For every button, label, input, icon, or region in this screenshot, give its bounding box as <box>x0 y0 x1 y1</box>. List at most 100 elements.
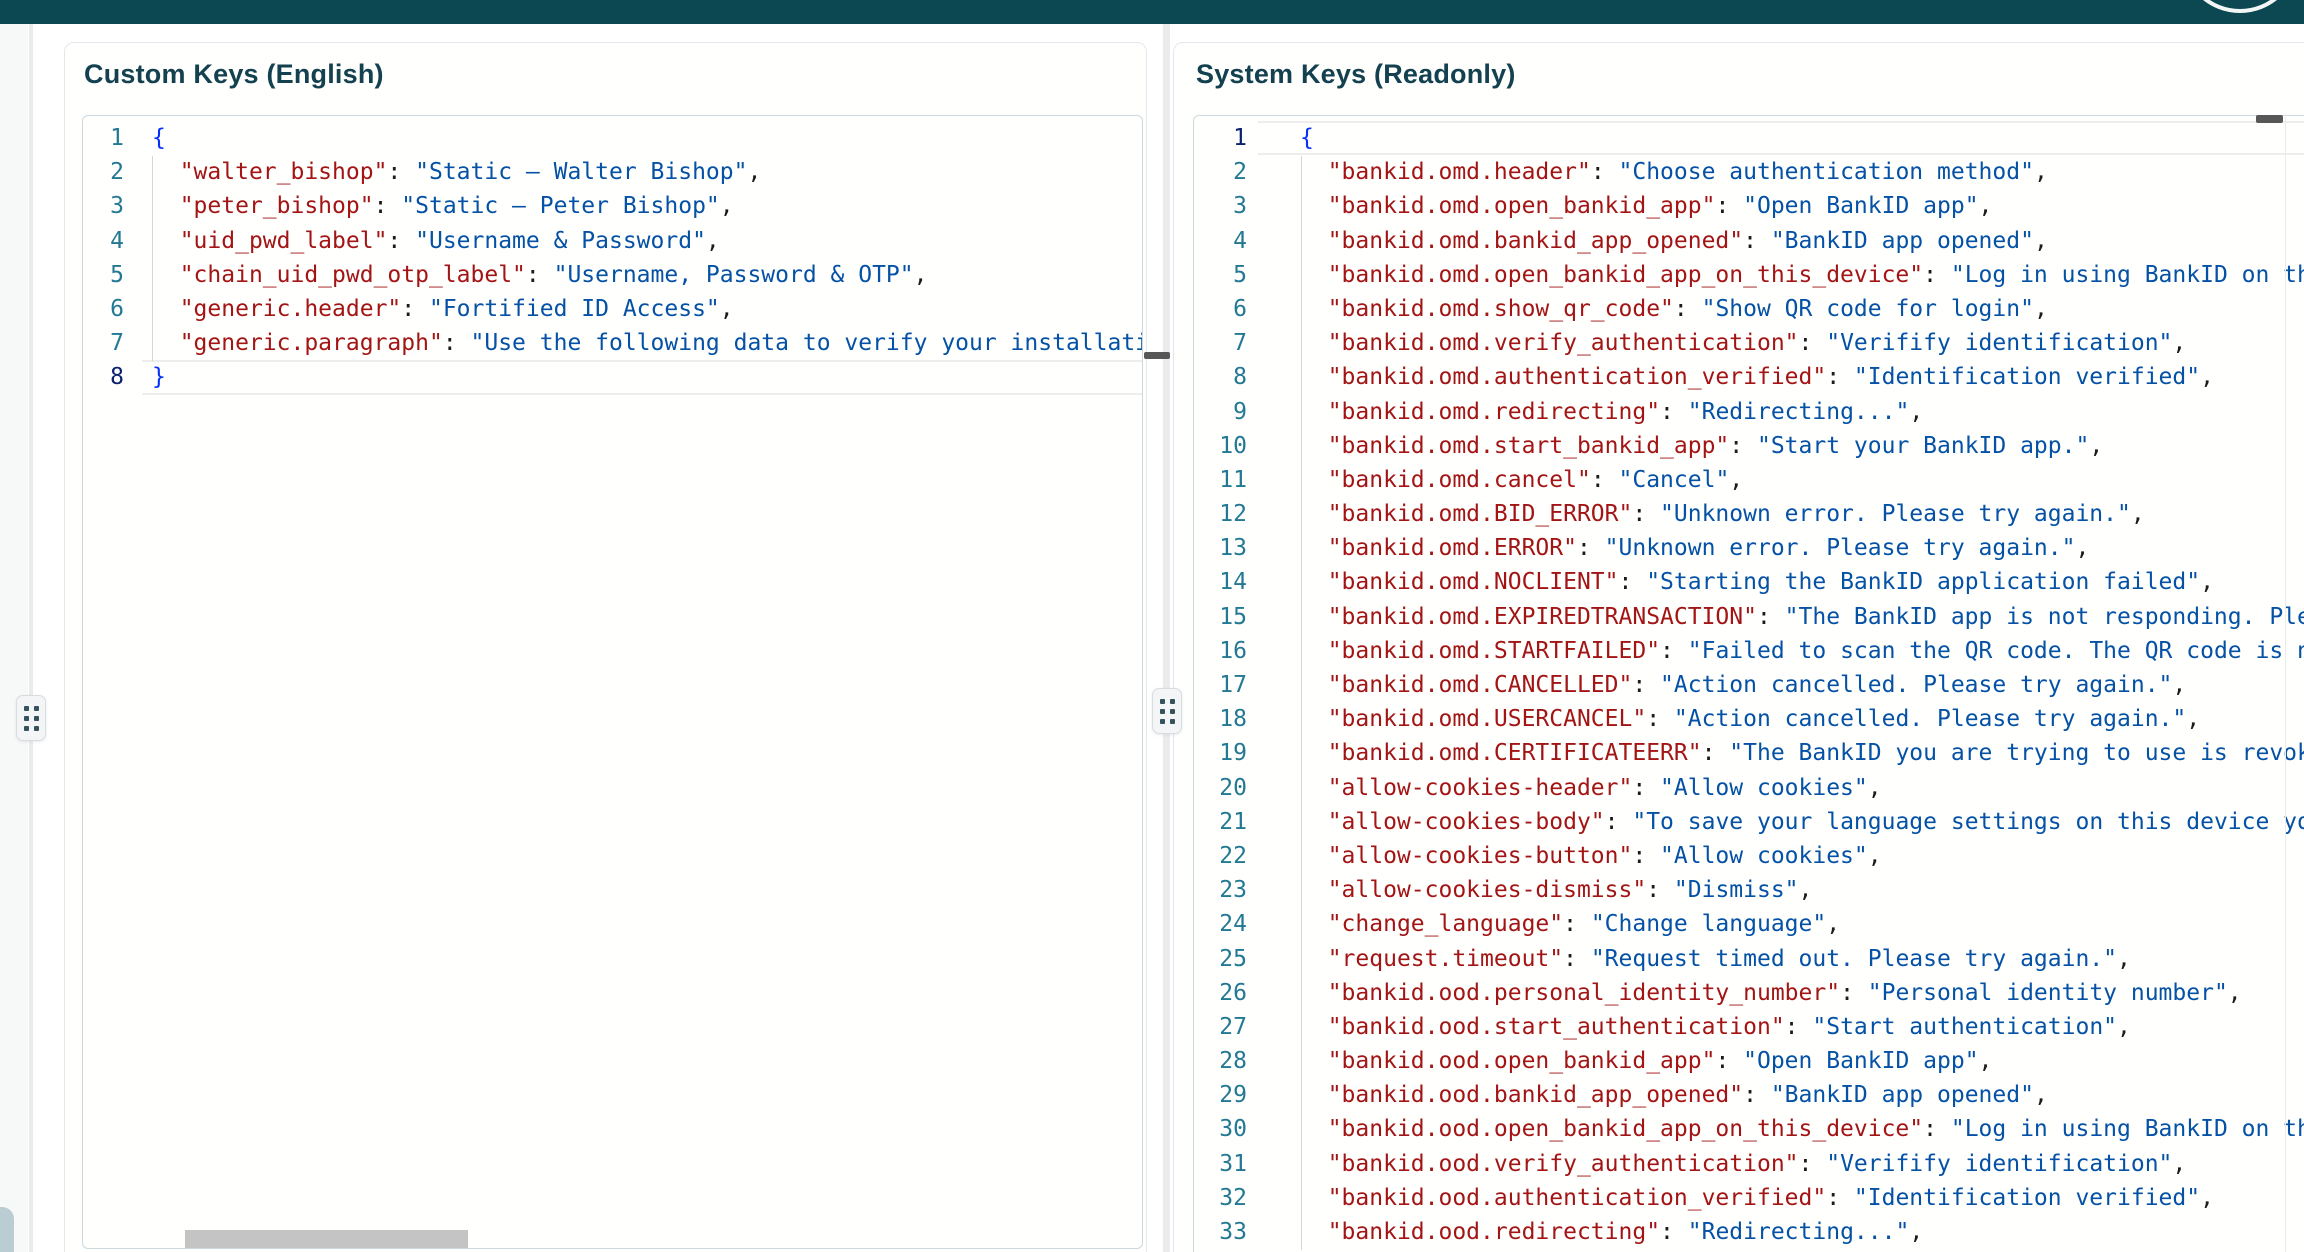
system-keys-editor[interactable]: 1{2 "bankid.omd.header": "Choose authent… <box>1193 115 2304 1252</box>
code-line[interactable]: 24 "change_language": "Change language", <box>1194 907 2304 941</box>
left-splitter-bar[interactable] <box>29 24 33 1252</box>
code-line[interactable]: 13 "bankid.omd.ERROR": "Unknown error. P… <box>1194 531 2304 565</box>
json-value: "Unknown error. Please try again." <box>1660 501 2131 527</box>
code-token: : <box>1632 843 1660 869</box>
code-token: : <box>1619 569 1647 595</box>
panel-splitter-drag-handle[interactable] <box>1152 688 1182 734</box>
line-number: 8 <box>1194 360 1247 394</box>
json-key: "chain_uid_pwd_otp_label" <box>180 262 526 288</box>
code-line[interactable]: 22 "allow-cookies-button": "Allow cookie… <box>1194 839 2304 873</box>
code-token: , <box>2089 433 2103 459</box>
code-line[interactable]: 2 "walter_bishop": "Static – Walter Bish… <box>83 155 1142 189</box>
code-line[interactable]: 2 "bankid.omd.header": "Choose authentic… <box>1194 155 2304 189</box>
code-line[interactable]: 23 "allow-cookies-dismiss": "Dismiss", <box>1194 873 2304 907</box>
line-number: 9 <box>1194 395 1247 429</box>
json-value: "Redirecting..." <box>1688 399 1910 425</box>
json-key: "bankid.ood.bankid_app_opened" <box>1328 1082 1743 1108</box>
code-token <box>1300 604 1328 630</box>
avatar-circle[interactable] <box>2181 0 2299 13</box>
code-line[interactable]: 3 "bankid.omd.open_bankid_app": "Open Ba… <box>1194 189 2304 223</box>
code-line[interactable]: 21 "allow-cookies-body": "To save your l… <box>1194 805 2304 839</box>
code-token <box>1300 877 1328 903</box>
code-line[interactable]: 30 "bankid.ood.open_bankid_app_on_this_d… <box>1194 1112 2304 1146</box>
code-line[interactable]: 31 "bankid.ood.verify_authentication": "… <box>1194 1147 2304 1181</box>
code-text: "bankid.omd.open_bankid_app_on_this_devi… <box>1247 258 2304 292</box>
json-value: "Choose authentication method" <box>1619 159 2034 185</box>
code-line[interactable]: 6 "generic.header": "Fortified ID Access… <box>83 292 1142 326</box>
code-line[interactable]: 20 "allow-cookies-header": "Allow cookie… <box>1194 771 2304 805</box>
json-key: "bankid.omd.header" <box>1328 159 1591 185</box>
code-token: : <box>1646 877 1674 903</box>
code-text: { <box>124 121 166 155</box>
code-token <box>152 330 180 356</box>
code-token <box>1300 159 1328 185</box>
code-line[interactable]: 32 "bankid.ood.authentication_verified":… <box>1194 1181 2304 1215</box>
code-line[interactable]: 3 "peter_bishop": "Static – Peter Bishop… <box>83 189 1142 223</box>
code-line[interactable]: 7 "bankid.omd.verify_authentication": "V… <box>1194 326 2304 360</box>
line-number: 3 <box>1194 189 1247 223</box>
code-token <box>1300 364 1328 390</box>
code-text: "bankid.omd.EXPIREDTRANSACTION": "The Ba… <box>1247 600 2304 634</box>
line-number: 4 <box>83 224 124 258</box>
code-line[interactable]: 14 "bankid.omd.NOCLIENT": "Starting the … <box>1194 565 2304 599</box>
code-token: , <box>2131 501 2145 527</box>
code-line[interactable]: 9 "bankid.omd.redirecting": "Redirecting… <box>1194 395 2304 429</box>
code-token <box>1300 980 1328 1006</box>
code-line[interactable]: 4 "bankid.omd.bankid_app_opened": "BankI… <box>1194 224 2304 258</box>
code-token: , <box>1979 1048 1993 1074</box>
code-line[interactable]: 25 "request.timeout": "Request timed out… <box>1194 942 2304 976</box>
left-splitter-drag-handle[interactable] <box>16 695 46 741</box>
code-line[interactable]: 8 "bankid.omd.authentication_verified": … <box>1194 360 2304 394</box>
code-token <box>1300 501 1328 527</box>
code-token: , <box>2200 569 2214 595</box>
code-token: , <box>2186 706 2200 732</box>
code-token <box>1300 1219 1328 1245</box>
code-line[interactable]: 6 "bankid.omd.show_qr_code": "Show QR co… <box>1194 292 2304 326</box>
json-value: "Unknown error. Please try again." <box>1605 535 2076 561</box>
code-text: "bankid.omd.verify_authentication": "Ver… <box>1247 326 2186 360</box>
code-line[interactable]: 11 "bankid.omd.cancel": "Cancel", <box>1194 463 2304 497</box>
line-number: 30 <box>1194 1112 1247 1146</box>
horizontal-scrollbar-slider[interactable] <box>185 1230 468 1249</box>
code-line[interactable]: 10 "bankid.omd.start_bankid_app": "Start… <box>1194 429 2304 463</box>
json-key: "bankid.omd.STARTFAILED" <box>1328 638 1660 664</box>
code-line[interactable]: 4 "uid_pwd_label": "Username & Password"… <box>83 224 1142 258</box>
code-token <box>1300 569 1328 595</box>
panel-splitter-bar[interactable] <box>1163 24 1170 1252</box>
code-line[interactable]: 12 "bankid.omd.BID_ERROR": "Unknown erro… <box>1194 497 2304 531</box>
code-text: "bankid.omd.cancel": "Cancel", <box>1247 463 1743 497</box>
code-line[interactable]: 16 "bankid.omd.STARTFAILED": "Failed to … <box>1194 634 2304 668</box>
code-line[interactable]: 17 "bankid.omd.CANCELLED": "Action cance… <box>1194 668 2304 702</box>
corner-widget-button[interactable] <box>0 1207 14 1252</box>
json-key: "bankid.omd.show_qr_code" <box>1328 296 1674 322</box>
code-line[interactable]: 15 "bankid.omd.EXPIREDTRANSACTION": "The… <box>1194 600 2304 634</box>
indent-guide <box>152 156 153 361</box>
scrollbar-slider[interactable] <box>2256 115 2283 123</box>
code-text: "request.timeout": "Request timed out. P… <box>1247 942 2131 976</box>
code-line[interactable]: 8} <box>83 360 1142 394</box>
json-key: "bankid.ood.open_bankid_app" <box>1328 1048 1716 1074</box>
code-line[interactable]: 29 "bankid.ood.bankid_app_opened": "Bank… <box>1194 1078 2304 1112</box>
line-number: 1 <box>1194 121 1247 155</box>
json-value: "Redirecting..." <box>1688 1219 1910 1245</box>
code-line[interactable]: 5 "chain_uid_pwd_otp_label": "Username, … <box>83 258 1142 292</box>
custom-keys-editor[interactable]: 1{2 "walter_bishop": "Static – Walter Bi… <box>82 115 1143 1249</box>
code-line[interactable]: 18 "bankid.omd.USERCANCEL": "Action canc… <box>1194 702 2304 736</box>
json-value: "Use the following data to verify your i… <box>471 330 1143 356</box>
code-line[interactable]: 5 "bankid.omd.open_bankid_app_on_this_de… <box>1194 258 2304 292</box>
code-token: , <box>2034 1082 2048 1108</box>
code-line[interactable]: 26 "bankid.ood.personal_identity_number"… <box>1194 976 2304 1010</box>
scrollbar-slider[interactable] <box>1144 352 1170 359</box>
code-token: : <box>1591 467 1619 493</box>
code-line[interactable]: 1{ <box>1194 121 2304 155</box>
code-line[interactable]: 28 "bankid.ood.open_bankid_app": "Open B… <box>1194 1044 2304 1078</box>
code-token: : <box>1799 1151 1827 1177</box>
code-line[interactable]: 27 "bankid.ood.start_authentication": "S… <box>1194 1010 2304 1044</box>
code-token <box>1300 535 1328 561</box>
code-line[interactable]: 7 "generic.paragraph": "Use the followin… <box>83 326 1142 360</box>
code-token: : <box>1923 1116 1951 1142</box>
grip-dot <box>1160 699 1165 704</box>
code-line[interactable]: 1{ <box>83 121 1142 155</box>
code-line[interactable]: 33 "bankid.ood.redirecting": "Redirectin… <box>1194 1215 2304 1249</box>
code-line[interactable]: 19 "bankid.omd.CERTIFICATEERR": "The Ban… <box>1194 736 2304 770</box>
